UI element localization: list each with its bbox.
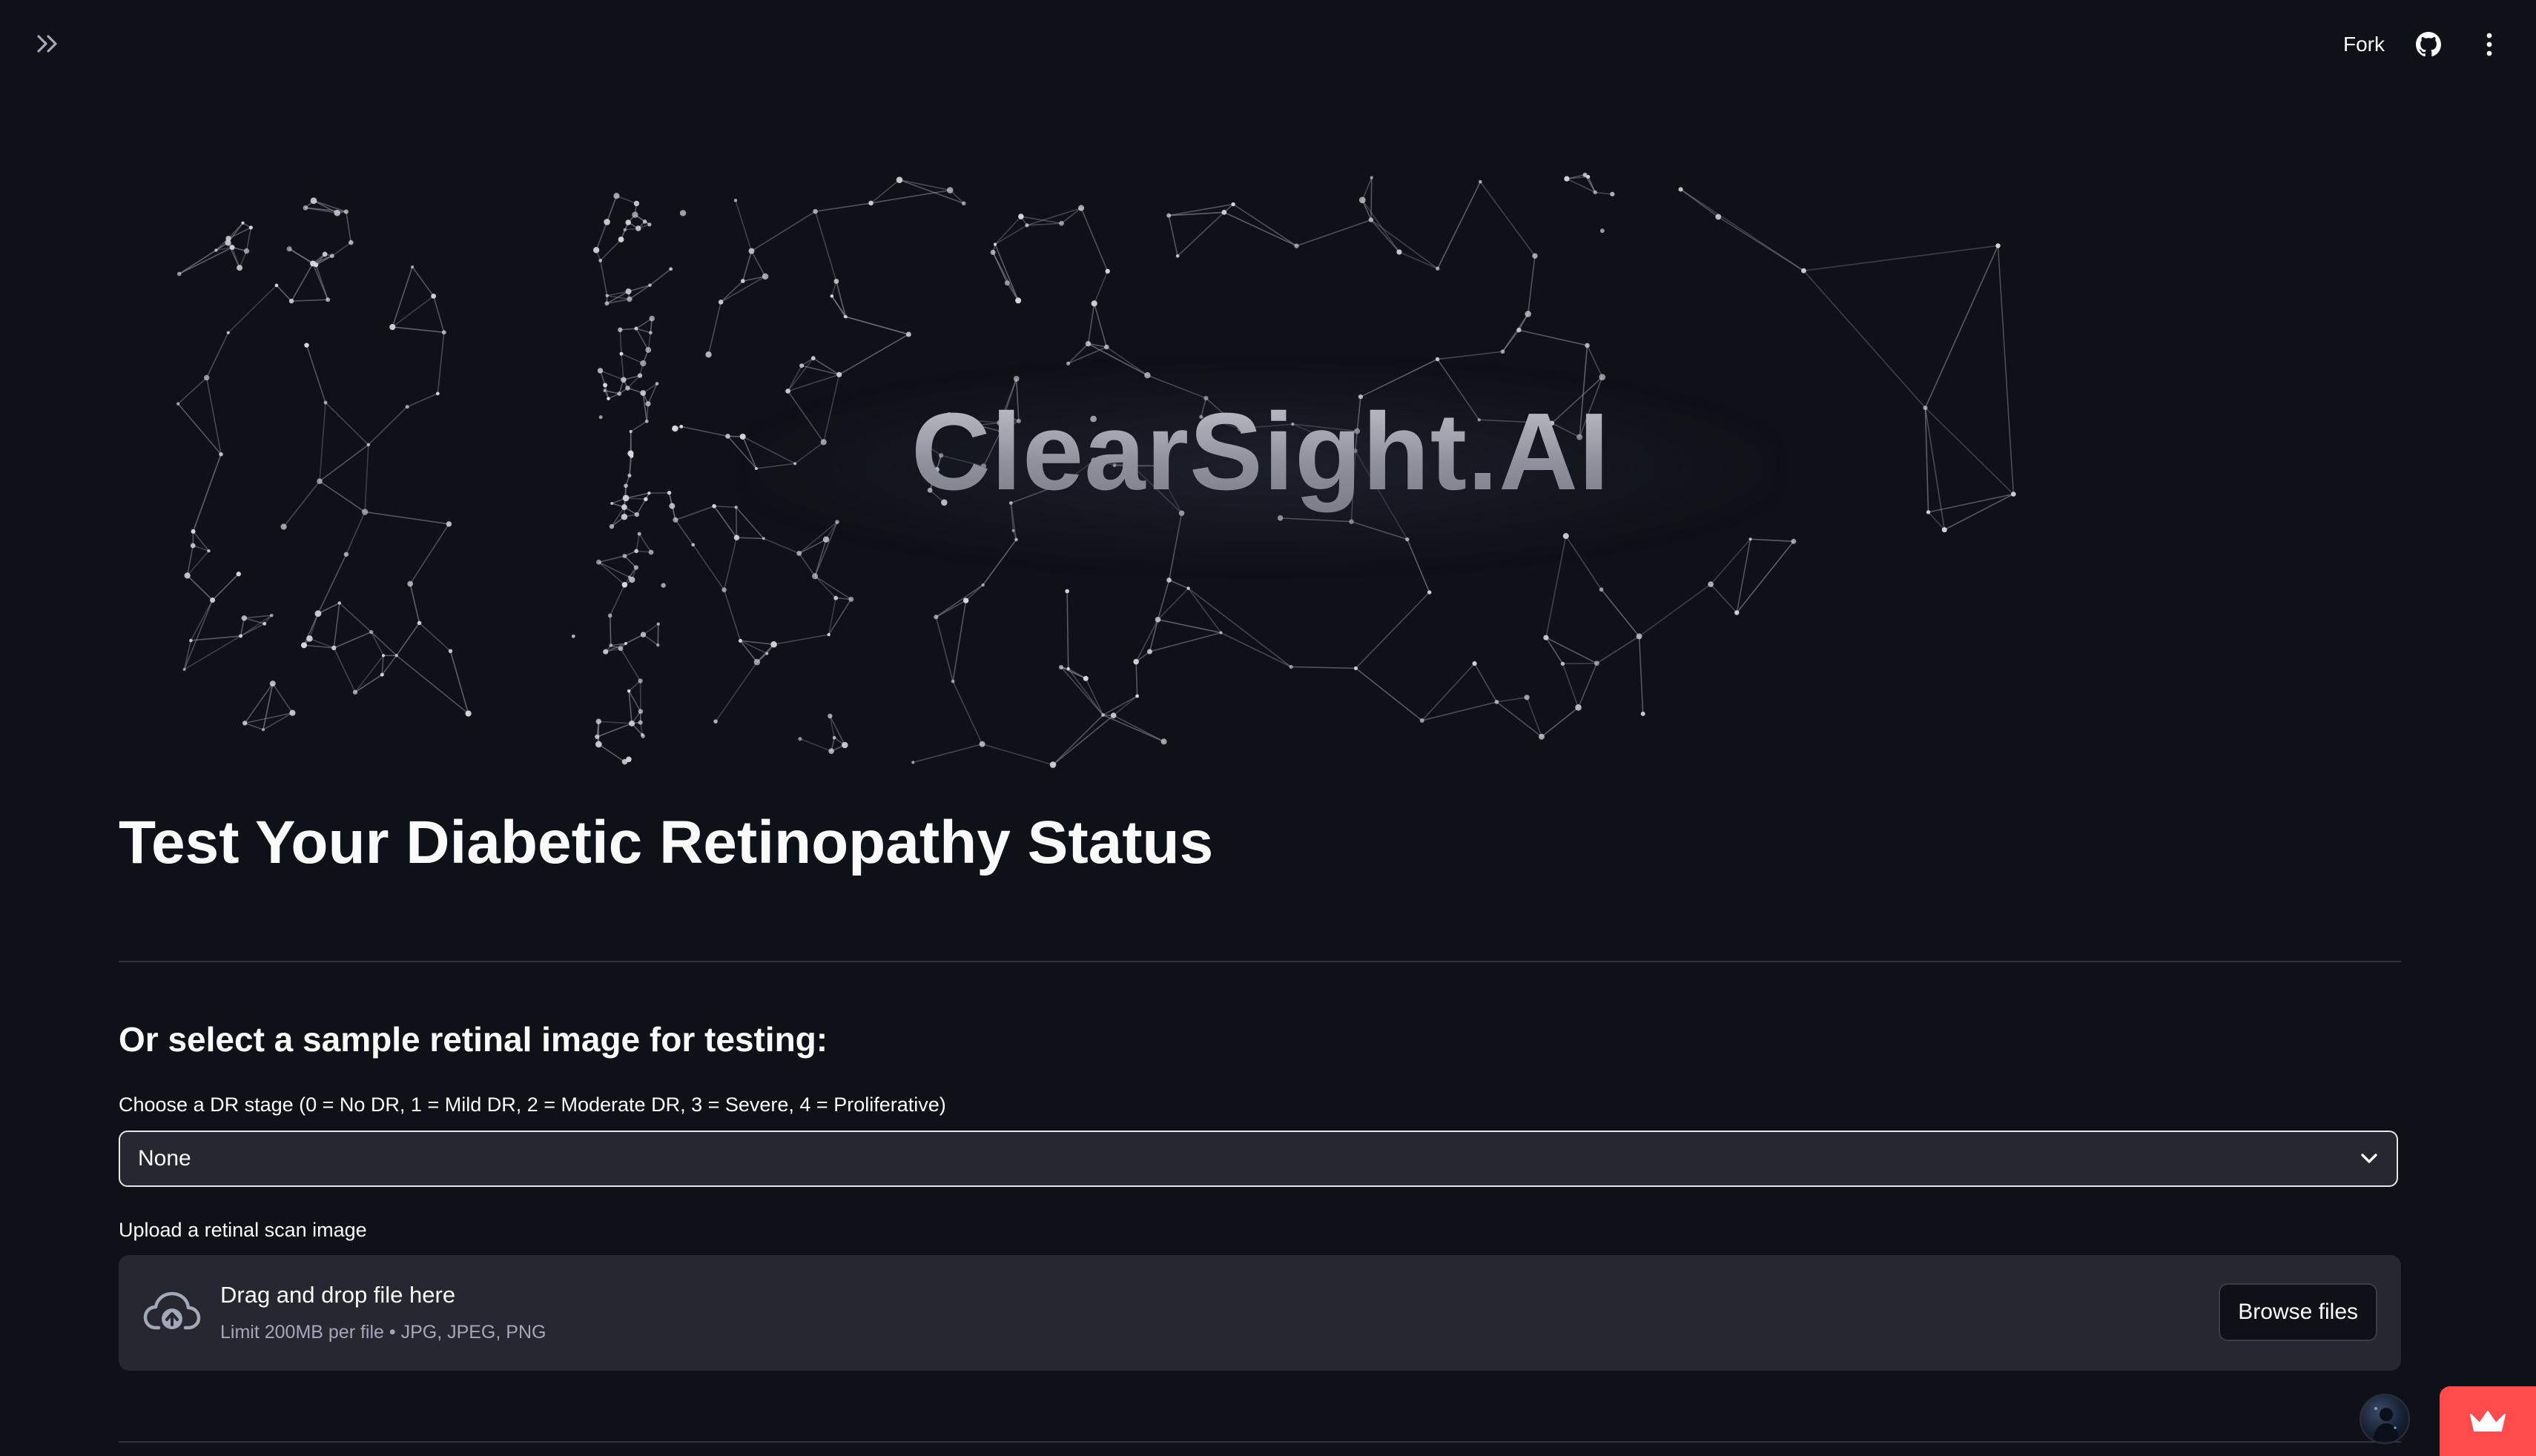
hero-title: ClearSight.AI [119, 389, 2403, 515]
drop-instructions: Drag and drop file here [220, 1282, 456, 1308]
avatar[interactable] [2360, 1394, 2410, 1444]
crown-icon [2470, 1411, 2506, 1432]
kebab-menu-icon [2486, 33, 2492, 56]
chevron-down-icon [2361, 1154, 2377, 1163]
browse-files-button[interactable]: Browse files [2219, 1283, 2377, 1341]
fork-link[interactable]: Fork [2343, 33, 2385, 56]
toolbar: Fork [2343, 22, 2506, 67]
cloud-upload-icon [143, 1291, 201, 1330]
hero-banner: ClearSight.AI [119, 156, 2403, 771]
double-chevron-right-icon [37, 35, 57, 53]
sample-section-heading: Or select a sample retinal image for tes… [119, 1020, 828, 1059]
divider [119, 1441, 2401, 1443]
page-title: Test Your Diabetic Retinopathy Status [119, 809, 1214, 876]
dr-stage-selected-value: None [138, 1146, 191, 1171]
top-bar: Fork [0, 0, 2536, 89]
stage-select-label: Choose a DR stage (0 = No DR, 1 = Mild D… [119, 1093, 946, 1116]
file-limit-text: Limit 200MB per file • JPG, JPEG, PNG [220, 1322, 547, 1343]
streamlit-hosted-badge[interactable] [2440, 1386, 2536, 1456]
main-menu-button[interactable] [2472, 27, 2506, 62]
dr-stage-select[interactable]: None [119, 1131, 2398, 1187]
user-silhouette-icon [2373, 1407, 2400, 1441]
sidebar-toggle-button[interactable] [30, 28, 65, 59]
github-icon [2416, 32, 2441, 57]
uploader-label: Upload a retinal scan image [119, 1219, 367, 1241]
divider [119, 961, 2401, 962]
github-button[interactable] [2411, 27, 2446, 62]
file-uploader-dropzone[interactable]: Drag and drop file here Limit 200MB per … [119, 1255, 2401, 1371]
